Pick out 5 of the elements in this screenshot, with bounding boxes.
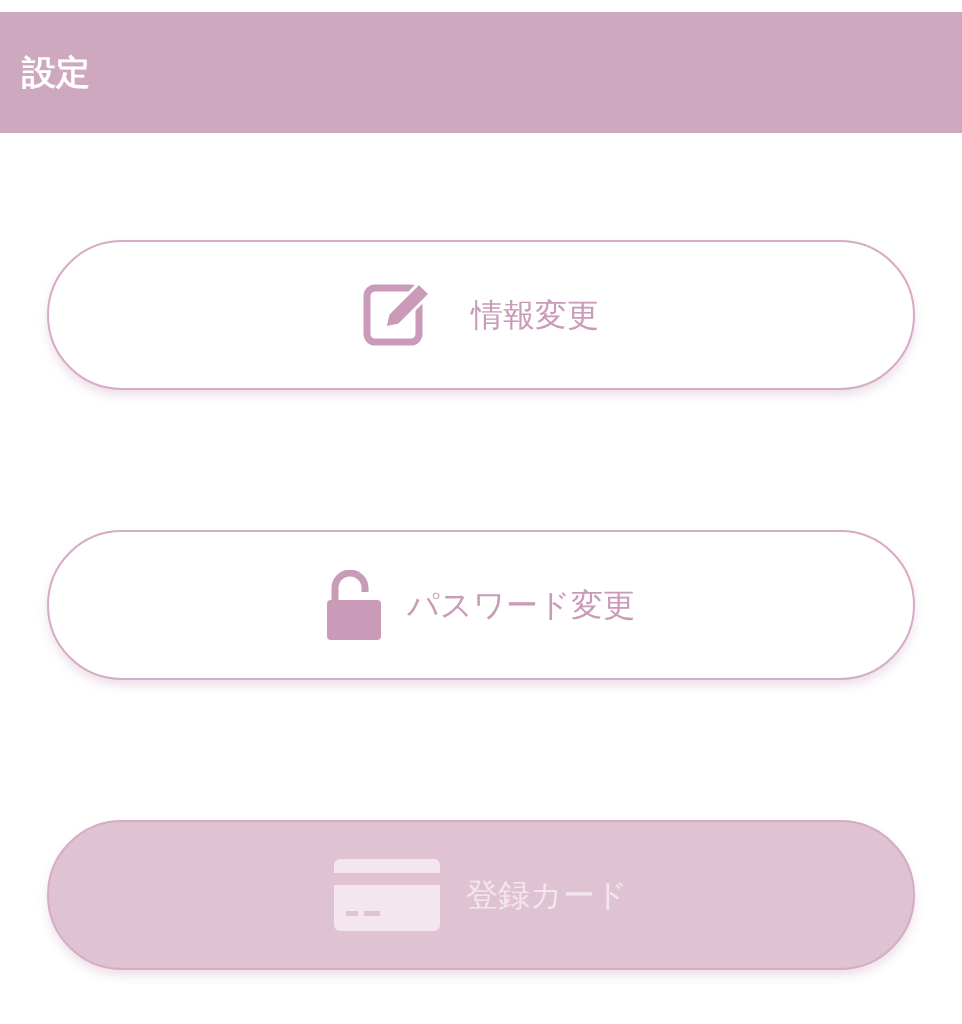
menu-button[interactable]: パスワード変更 [47,530,915,680]
unlocked-padlock-icon [327,570,381,640]
menu-button[interactable]: 情報変更 [47,240,915,390]
header-title: 設定 [22,51,90,94]
credit-card-icon [334,859,440,931]
